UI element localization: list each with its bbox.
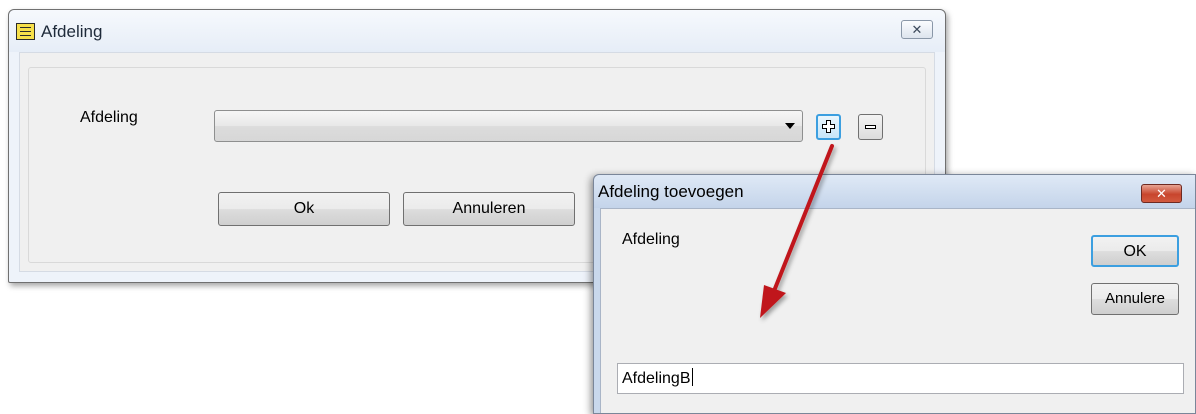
chevron-down-icon[interactable]	[785, 123, 795, 129]
input-value: AfdelingB	[622, 370, 691, 387]
add-afdeling-label: Afdeling	[622, 231, 680, 248]
afdeling-combobox[interactable]	[214, 110, 803, 142]
afdeling-dialog-titlebar[interactable]: Afdeling ✕	[9, 10, 945, 52]
remove-afdeling-button[interactable]	[858, 114, 883, 140]
ok-button[interactable]: Ok	[218, 192, 390, 226]
add-dialog-title: Afdeling toevoegen	[598, 182, 744, 201]
add-cancel-button[interactable]: Annulere	[1091, 283, 1179, 315]
minus-icon	[865, 125, 876, 129]
plus-icon	[822, 120, 835, 133]
add-dialog-close-button[interactable]: ✕	[1141, 184, 1182, 203]
list-window-icon	[16, 23, 35, 40]
afdeling-label: Afdeling	[80, 109, 138, 126]
close-icon: ✕	[1156, 186, 1167, 201]
cancel-button[interactable]: Annuleren	[403, 192, 575, 226]
add-dialog-titlebar[interactable]: Afdeling toevoegen ✕	[594, 175, 1195, 208]
dialog-title: Afdeling	[41, 22, 103, 41]
close-button[interactable]: ✕	[901, 20, 933, 39]
afdeling-name-input[interactable]: AfdelingB	[617, 363, 1184, 394]
text-caret	[691, 368, 693, 386]
add-ok-button[interactable]: OK	[1091, 235, 1179, 267]
add-afdeling-button[interactable]	[816, 114, 841, 140]
close-icon: ✕	[911, 22, 923, 37]
